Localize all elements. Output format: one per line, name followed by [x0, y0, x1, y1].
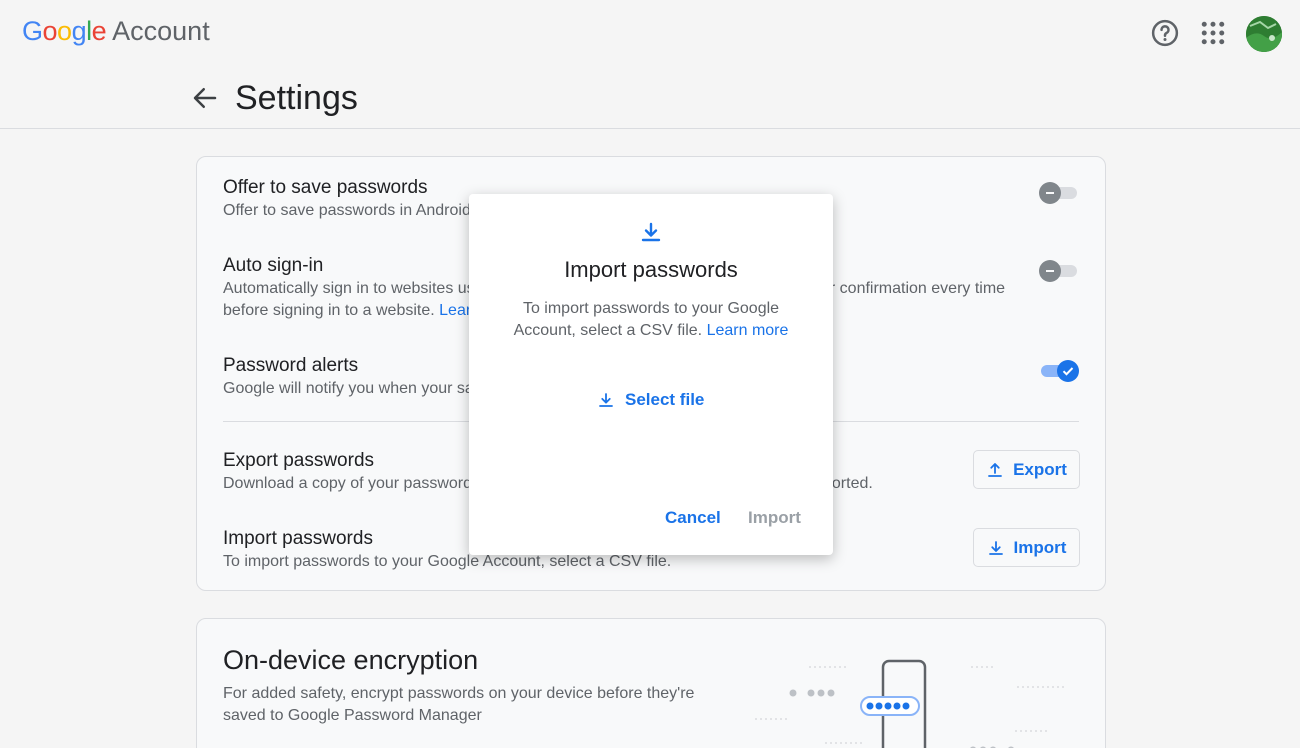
encryption-desc: For added safety, encrypt passwords on y…: [223, 685, 695, 724]
auto-signin-desc-right: or confirmation every time: [821, 280, 1006, 297]
minus-icon: [1046, 270, 1054, 272]
toggle-thumb: [1039, 260, 1061, 282]
password-alerts-title: Password alerts: [223, 355, 359, 376]
download-icon: [599, 393, 613, 407]
dialog-learn-more-link[interactable]: Learn more: [707, 322, 789, 339]
export-desc-left: Download a copy of your passwords: [223, 475, 481, 492]
top-bar: Google Account: [0, 0, 1300, 66]
dialog-desc: To import passwords to your Google Accou…: [509, 298, 793, 342]
auto-signin-title: Auto sign-in: [223, 255, 324, 276]
avatar[interactable]: [1246, 16, 1282, 52]
encryption-title: On-device encryption: [223, 645, 479, 675]
logo-account-label: Account: [112, 16, 210, 46]
avatar-image: [1246, 16, 1282, 52]
auto-signin-toggle[interactable]: [1039, 259, 1079, 283]
auto-signin-desc-left: Automatically sign in to websites usi: [223, 280, 479, 297]
minus-icon: [1046, 192, 1054, 194]
page-title: Settings: [235, 79, 358, 117]
select-file-label: Select file: [625, 390, 705, 409]
dialog-title: Import passwords: [564, 257, 738, 282]
import-button[interactable]: Import: [973, 528, 1080, 567]
auto-signin-desc-text: before signing in to a website.: [223, 302, 435, 319]
dialog-import-button[interactable]: Import: [748, 508, 801, 528]
import-passwords-dialog: Import passwords To import passwords to …: [469, 194, 833, 555]
toggle-thumb: [1039, 182, 1061, 204]
import-title: Import passwords: [223, 528, 373, 549]
upload-icon: [988, 462, 1002, 477]
offer-save-desc: Offer to save passwords in Android a: [223, 202, 485, 219]
auto-signin-desc-line2: before signing in to a website. Learn: [223, 300, 480, 322]
export-button-label: Export: [1013, 459, 1067, 479]
encryption-illustration: [755, 659, 1065, 748]
import-button-label: Import: [1013, 537, 1067, 557]
dialog-cancel-button[interactable]: Cancel: [665, 508, 721, 528]
offer-save-toggle[interactable]: [1039, 181, 1079, 205]
settings-header: Settings: [0, 66, 1300, 129]
export-button[interactable]: Export: [973, 450, 1080, 489]
check-icon: [1062, 367, 1074, 376]
google-logo: Google: [22, 16, 107, 46]
download-icon: [988, 540, 1003, 555]
password-alerts-desc: Google will notify you when your sav: [223, 380, 482, 397]
help-icon[interactable]: [1150, 18, 1180, 48]
password-alerts-toggle[interactable]: [1039, 359, 1079, 383]
download-icon: [641, 222, 661, 242]
encryption-card: On-device encryption For added safety, e…: [196, 618, 1106, 748]
export-title: Export passwords: [223, 450, 375, 471]
offer-save-title: Offer to save passwords: [223, 177, 428, 198]
select-file-button[interactable]: Select file: [597, 382, 707, 418]
back-arrow-icon[interactable]: [190, 83, 220, 113]
google-account-logo[interactable]: Google Account: [22, 16, 210, 50]
toggle-thumb: [1057, 360, 1079, 382]
apps-grid-icon[interactable]: [1198, 18, 1228, 48]
